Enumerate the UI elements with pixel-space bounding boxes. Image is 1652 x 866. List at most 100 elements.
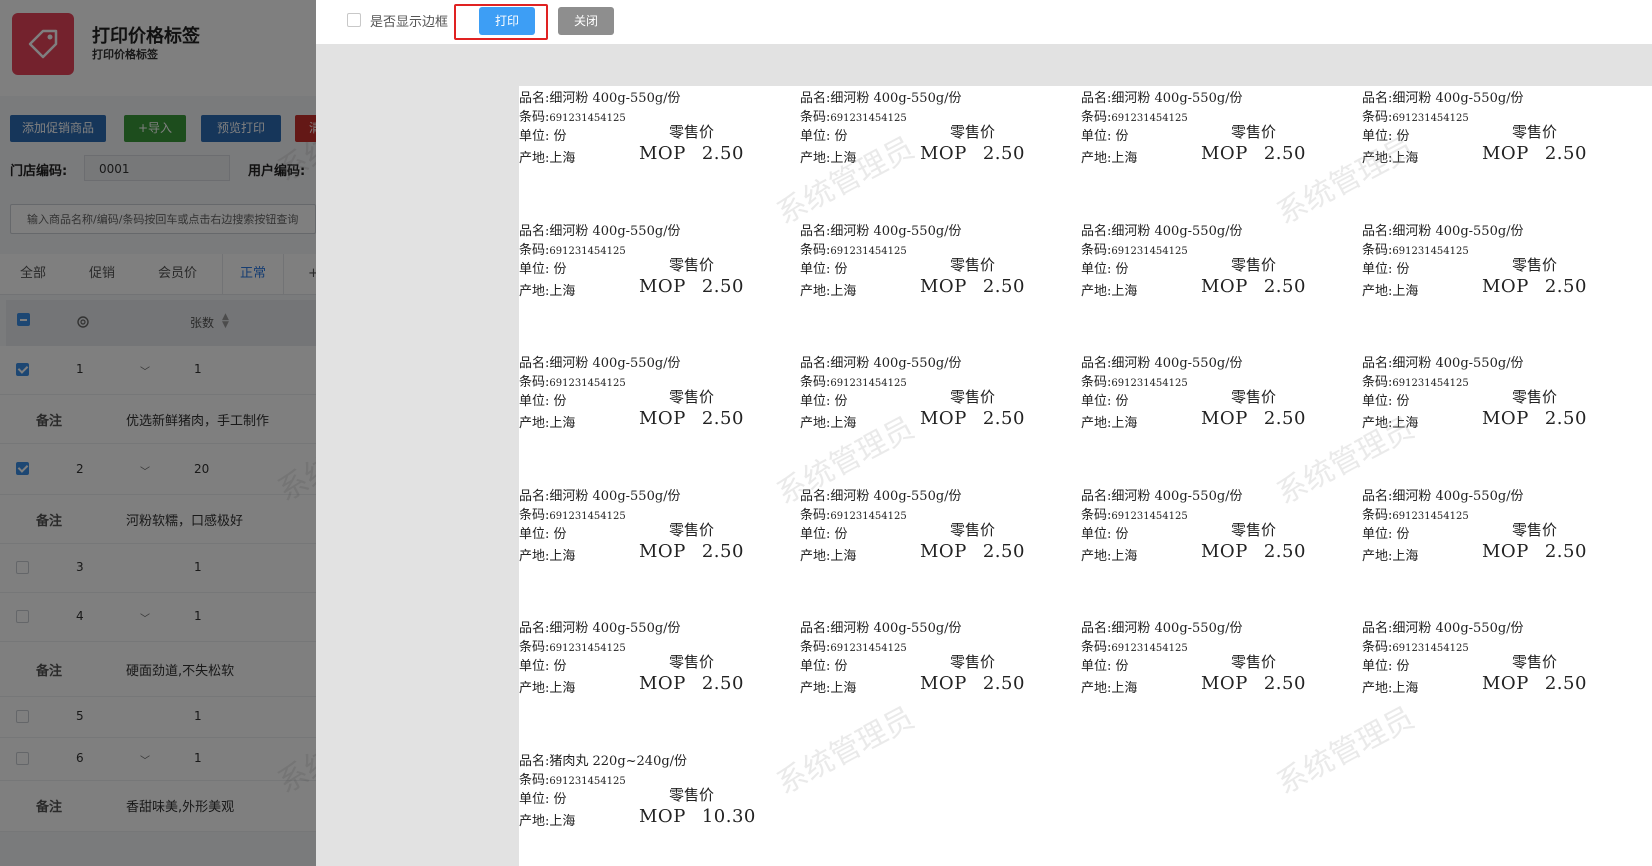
- price-label: 品名:细河粉 400g-550g/份 条码:691231454125 单位: 份 零售…: [800, 220, 1070, 310]
- label-price: MOP 10.30: [639, 806, 756, 827]
- print-toolbar: 是否显示边框 打印 关闭: [316, 0, 1652, 44]
- label-price-value: 2.50: [982, 540, 1025, 562]
- label-price: MOP 2.50: [639, 673, 744, 694]
- label-barcode: 条码:691231454125: [800, 640, 907, 655]
- label-product-name: 品名:细河粉 400g-550g/份: [1081, 91, 1243, 106]
- label-barcode-value: 691231454125: [549, 643, 626, 654]
- price-label: 品名:细河粉 400g-550g/份 条码:691231454125 单位: 份 零售…: [1362, 87, 1632, 177]
- label-product-name: 品名:细河粉 400g-550g/份: [1362, 91, 1524, 106]
- price-label: 品名:细河粉 400g-550g/份 条码:691231454125 单位: 份 零售…: [1362, 220, 1632, 310]
- price-label: 品名:细河粉 400g-550g/份 条码:691231454125 单位: 份 零售…: [800, 352, 1070, 442]
- label-barcode: 条码:691231454125: [1081, 242, 1188, 258]
- label-retail-price-title: 零售价: [1512, 123, 1558, 141]
- label-barcode-value: 691231454125: [1392, 113, 1469, 124]
- label-barcode: 条码:691231454125: [800, 110, 907, 125]
- label-origin: 产地:上海: [519, 813, 576, 829]
- label-product-name: 品名:细河粉 400g-550g/份: [800, 488, 962, 504]
- label-price: MOP 2.50: [920, 541, 1025, 562]
- label-barcode-value: 691231454125: [1111, 245, 1188, 257]
- label-product-name: 品名:细河粉 400g-550g/份: [800, 621, 962, 636]
- price-label: 品名:细河粉 400g-550g/份 条码:691231454125 单位: 份 零售…: [1081, 617, 1351, 707]
- label-product-name: 品名:细河粉 400g-550g/份: [519, 91, 681, 106]
- label-origin: 产地:上海: [1362, 283, 1419, 299]
- label-barcode-value: 691231454125: [830, 378, 907, 389]
- label-unit: 单位: 份: [1081, 129, 1129, 144]
- label-currency: MOP: [639, 408, 686, 429]
- label-unit: 单位: 份: [519, 129, 567, 144]
- label-price-value: 2.50: [1263, 275, 1306, 297]
- price-label: 品名:细河粉 400g-550g/份 条码:691231454125 单位: 份 零售…: [519, 352, 789, 442]
- label-retail-price-title: 零售价: [1231, 255, 1277, 274]
- label-product-name: 品名:细河粉 400g-550g/份: [1362, 223, 1524, 239]
- label-currency: MOP: [1482, 673, 1529, 694]
- label-unit: 单位: 份: [1081, 659, 1129, 674]
- label-origin: 产地:上海: [800, 283, 857, 299]
- label-product-name: 品名:细河粉 400g-550g/份: [1081, 356, 1243, 371]
- label-retail-price-title: 零售价: [669, 520, 715, 539]
- label-unit: 单位: 份: [800, 659, 848, 674]
- label-unit: 单位: 份: [519, 261, 567, 277]
- label-currency: MOP: [1201, 540, 1248, 562]
- label-unit: 单位: 份: [519, 394, 567, 409]
- price-label: 品名:猪肉丸 220g~240g/份 条码:691231454125 单位: 份 零售…: [519, 750, 789, 840]
- label-retail-price-title: 零售价: [669, 255, 715, 274]
- label-barcode: 条码:691231454125: [1362, 507, 1469, 523]
- label-retail-price-title: 零售价: [950, 653, 996, 671]
- label-origin: 产地:上海: [1081, 416, 1138, 431]
- label-unit: 单位: 份: [519, 791, 567, 807]
- watermark: 系统管理员: [1271, 700, 1421, 802]
- label-price: MOP 2.50: [1201, 541, 1306, 562]
- price-label: 品名:细河粉 400g-550g/份 条码:691231454125 单位: 份 零售…: [519, 617, 789, 707]
- label-unit: 单位: 份: [1362, 526, 1410, 542]
- label-barcode: 条码:691231454125: [800, 375, 907, 390]
- label-barcode-value: 691231454125: [1111, 113, 1188, 124]
- label-barcode-value: 691231454125: [1392, 378, 1469, 389]
- label-unit: 单位: 份: [800, 526, 848, 542]
- label-origin: 产地:上海: [1081, 151, 1138, 166]
- show-border-checkbox[interactable]: [347, 13, 361, 27]
- label-retail-price-title: 零售价: [669, 785, 715, 804]
- label-barcode-value: 691231454125: [1111, 378, 1188, 389]
- label-price: MOP 2.50: [1201, 408, 1306, 429]
- label-unit: 单位: 份: [1362, 394, 1410, 409]
- label-retail-price-title: 零售价: [1512, 255, 1558, 274]
- label-currency: MOP: [639, 540, 686, 562]
- label-price: MOP 2.50: [1201, 143, 1306, 164]
- price-label: 品名:细河粉 400g-550g/份 条码:691231454125 单位: 份 零售…: [800, 485, 1070, 575]
- label-price: MOP 2.50: [1482, 673, 1587, 694]
- label-currency: MOP: [920, 408, 967, 429]
- label-barcode-value: 691231454125: [830, 113, 907, 124]
- print-button[interactable]: 打印: [479, 7, 535, 35]
- label-retail-price-title: 零售价: [1512, 653, 1558, 671]
- label-currency: MOP: [1482, 275, 1529, 297]
- label-currency: MOP: [1201, 275, 1248, 297]
- label-unit: 单位: 份: [800, 129, 848, 144]
- print-preview-dialog: 是否显示边框 打印 关闭 品名:细河粉 400g-550g/份 条码:691231…: [316, 0, 1652, 866]
- label-currency: MOP: [1482, 143, 1529, 164]
- label-price-value: 2.50: [982, 408, 1025, 429]
- label-currency: MOP: [1201, 143, 1248, 164]
- label-currency: MOP: [920, 673, 967, 694]
- label-currency: MOP: [639, 673, 686, 694]
- label-retail-price-title: 零售价: [669, 388, 715, 406]
- label-currency: MOP: [920, 275, 967, 297]
- label-price-value: 2.50: [1544, 540, 1587, 562]
- label-origin: 产地:上海: [800, 681, 857, 696]
- label-barcode-value: 691231454125: [549, 113, 626, 124]
- label-retail-price-title: 零售价: [1231, 123, 1277, 141]
- label-price: MOP 2.50: [639, 408, 744, 429]
- close-button[interactable]: 关闭: [558, 7, 614, 35]
- label-price-value: 2.50: [1263, 408, 1306, 429]
- label-barcode-value: 691231454125: [549, 245, 626, 257]
- price-label: 品名:细河粉 400g-550g/份 条码:691231454125 单位: 份 零售…: [800, 87, 1070, 177]
- label-barcode: 条码:691231454125: [519, 242, 626, 258]
- label-origin: 产地:上海: [800, 416, 857, 431]
- label-barcode: 条码:691231454125: [1081, 507, 1188, 523]
- label-barcode: 条码:691231454125: [519, 375, 626, 390]
- label-price-value: 2.50: [1263, 540, 1306, 562]
- label-origin: 产地:上海: [1081, 283, 1138, 299]
- label-barcode-value: 691231454125: [1392, 510, 1469, 522]
- label-price: MOP 2.50: [1482, 276, 1587, 297]
- label-product-name: 品名:细河粉 400g-550g/份: [1362, 621, 1524, 636]
- label-origin: 产地:上海: [1081, 548, 1138, 564]
